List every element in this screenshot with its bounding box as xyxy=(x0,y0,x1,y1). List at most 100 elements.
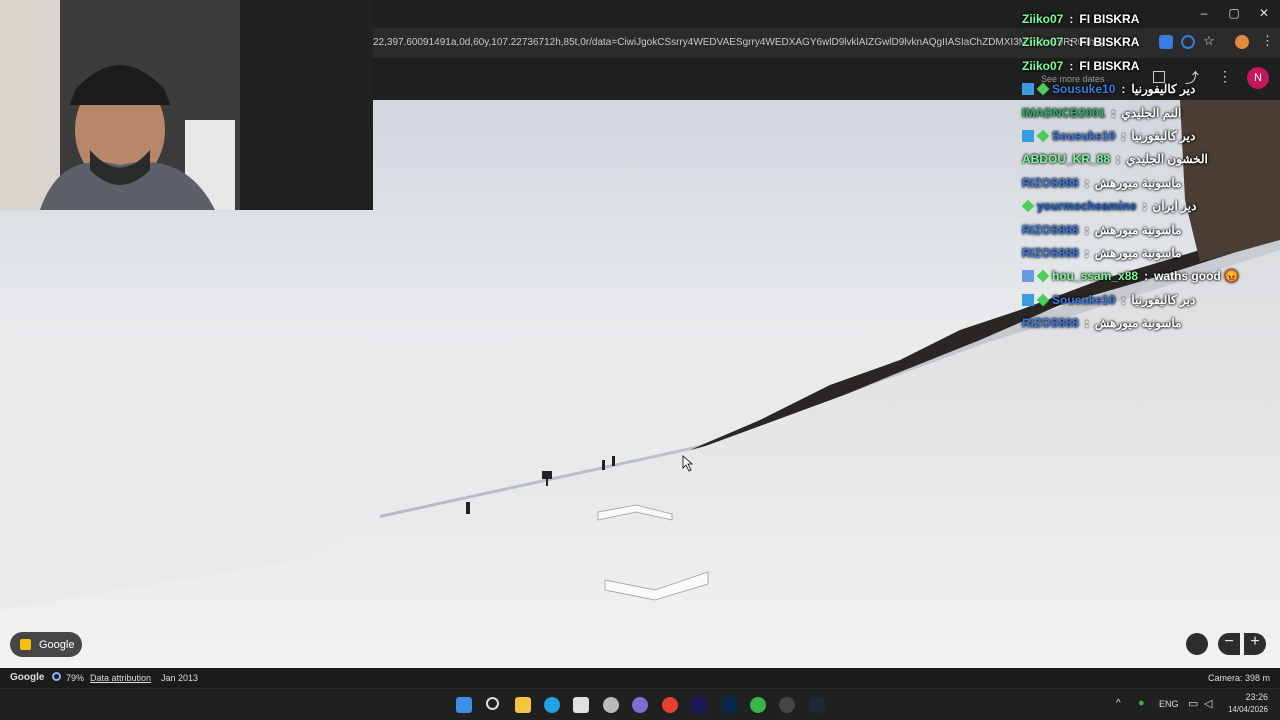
chat-text: الخشون الجليدي xyxy=(1126,152,1208,167)
loading-percent: 79% xyxy=(66,673,85,683)
lens-icon[interactable] xyxy=(1181,35,1195,49)
chat-text: ماسونية ميورهش xyxy=(1094,316,1182,331)
file-explorer-icon[interactable] xyxy=(515,697,531,713)
edge-icon[interactable] xyxy=(544,697,560,713)
google-chip-label: Google xyxy=(39,638,75,651)
start-icon[interactable] xyxy=(456,697,472,713)
more-options-icon[interactable]: ⋮ xyxy=(1218,68,1232,85)
minimize-icon[interactable]: – xyxy=(1195,6,1213,20)
browser-menu-icon[interactable]: ⋮ xyxy=(1261,33,1274,49)
maximize-icon[interactable]: ▢ xyxy=(1225,6,1243,20)
cube-badge-icon xyxy=(1022,83,1034,96)
chat-message: Sousuke10: دير كاليفورنيا xyxy=(1022,82,1195,96)
chat-username[interactable]: RIZOS888 xyxy=(1022,316,1079,330)
chat-separator: : xyxy=(1069,12,1074,26)
diamond-badge-icon xyxy=(1021,199,1035,213)
search-icon[interactable] xyxy=(486,697,499,710)
photoshop-icon[interactable] xyxy=(721,697,737,713)
chat-separator: : xyxy=(1084,316,1089,331)
data-attribution-link[interactable]: Data attribution xyxy=(90,673,151,683)
chat-text: دير كاليفورنيا xyxy=(1131,292,1196,307)
premiere-icon[interactable] xyxy=(691,697,707,713)
chat-text: ماسونية ميورهش xyxy=(1094,246,1182,260)
compass-icon[interactable] xyxy=(1186,633,1208,655)
chat-username[interactable]: Sousuke10 xyxy=(1052,82,1115,96)
clock-date[interactable]: 14/04/2026 xyxy=(1222,705,1268,714)
google-logo-icon xyxy=(20,639,31,650)
chat-username[interactable]: RIZOS888 xyxy=(1022,246,1079,260)
chat-username[interactable]: yourmocheamine xyxy=(1037,199,1136,213)
mic-icon[interactable]: ● xyxy=(1138,697,1145,709)
chat-text: النم الجليدي xyxy=(1121,105,1182,120)
cube-badge-icon xyxy=(1022,293,1034,306)
chat-message: RIZOS888: ماسونية ميورهش xyxy=(1022,316,1181,330)
chat-text: دير كاليفورنيا xyxy=(1131,129,1196,143)
chat-username[interactable]: RIZOS888 xyxy=(1022,223,1079,237)
translate-icon[interactable] xyxy=(1159,35,1173,49)
sub-badge-icon xyxy=(1022,270,1034,283)
chat-separator: : xyxy=(1116,152,1121,167)
chat-text: دير ايران xyxy=(1152,199,1197,214)
diamond-badge-icon xyxy=(1036,270,1050,283)
chat-message: hou_ssam_x88: waths good 😡 xyxy=(1022,269,1239,283)
chat-message: Ziiko07: FI BISKRA xyxy=(1022,59,1139,73)
zoom-out-button[interactable]: − xyxy=(1218,633,1240,655)
chat-separator: : xyxy=(1084,222,1089,237)
store-icon[interactable] xyxy=(573,697,589,713)
chat-text: ماسونية ميورهش xyxy=(1094,175,1182,190)
chat-message: RIZOS888: ماسونية ميورهش xyxy=(1022,246,1181,260)
chat-message: Ziiko07: FI BISKRA xyxy=(1022,12,1139,26)
network-icon[interactable]: ▭ xyxy=(1188,697,1198,710)
diamond-badge-icon xyxy=(1036,293,1050,307)
chat-username[interactable]: Sousuke10 xyxy=(1052,129,1115,143)
chat-username[interactable]: Ziiko07 xyxy=(1022,35,1063,49)
chat-separator: : xyxy=(1121,129,1126,143)
chat-message: ABDOU_KR_88: الخشون الجليدي xyxy=(1022,152,1208,166)
chat-username[interactable]: RIZOS888 xyxy=(1022,176,1079,190)
avatar[interactable]: N xyxy=(1247,67,1269,89)
diamond-badge-icon xyxy=(1036,82,1050,96)
chat-separator: : xyxy=(1144,269,1149,284)
chrome-icon[interactable] xyxy=(662,697,678,713)
chat-message: Sousuke10: دير كاليفورنيا xyxy=(1022,293,1195,307)
chat-username[interactable]: Ziiko07 xyxy=(1022,59,1063,73)
chat-app-icon[interactable] xyxy=(632,697,648,713)
google-logo: Google xyxy=(10,672,45,683)
chat-message: IMADNCB2001: النم الجليدي xyxy=(1022,106,1181,120)
chat-username[interactable]: Sousuke10 xyxy=(1052,293,1115,307)
chat-message: RIZOS888: ماسونية ميورهش xyxy=(1022,176,1181,190)
cube-badge-icon xyxy=(1022,130,1034,142)
chat-message: yourmocheamine: دير ايران xyxy=(1021,199,1197,214)
chat-separator: : xyxy=(1121,292,1126,307)
chat-text: FI BISKRA xyxy=(1079,12,1140,26)
chat-message: RIZOS888: ماسونية ميورهش xyxy=(1022,223,1181,237)
chat-message: Sousuke10: دير كاليفورنيا xyxy=(1022,129,1195,143)
google-chip[interactable]: Google xyxy=(10,632,82,657)
bookmark-star-icon[interactable]: ☆ xyxy=(1203,33,1215,49)
chat-username[interactable]: IMADNCB2001 xyxy=(1022,106,1105,120)
address-bar[interactable]: 22,397.60091491a,0d,60y,107.22736712h,85… xyxy=(373,28,1280,58)
clock-time[interactable]: 23:26 xyxy=(1226,692,1268,702)
capture-date[interactable]: Jan 2013 xyxy=(161,673,198,683)
settings-icon[interactable] xyxy=(603,697,619,713)
language-indicator[interactable]: ENG xyxy=(1159,699,1179,709)
chat-username[interactable]: ABDOU_KR_88 xyxy=(1022,152,1110,166)
chat-message: Ziiko07: FI BISKRA xyxy=(1022,35,1139,49)
taskbar: ^ ● ENG ▭ ◁ 23:26 14/04/2026 xyxy=(0,688,1280,720)
volume-icon[interactable]: ◁ xyxy=(1204,697,1212,710)
close-icon[interactable]: ✕ xyxy=(1255,6,1273,20)
tray-chevron-icon[interactable]: ^ xyxy=(1116,698,1121,709)
steam-icon[interactable] xyxy=(809,697,825,713)
utorrent-icon[interactable] xyxy=(750,697,766,713)
chat-separator: : xyxy=(1111,105,1116,120)
chat-separator: : xyxy=(1084,246,1089,260)
chat-text: FI BISKRA xyxy=(1079,58,1140,73)
chat-text: waths good 😡 xyxy=(1154,269,1239,284)
chat-username[interactable]: Ziiko07 xyxy=(1022,12,1063,26)
extension-icon[interactable] xyxy=(1235,35,1249,49)
chat-username[interactable]: hou_ssam_x88 xyxy=(1052,269,1138,283)
webcam-overlay xyxy=(0,0,373,210)
zoom-in-button[interactable]: + xyxy=(1244,633,1266,655)
chat-text: FI BISKRA xyxy=(1079,35,1140,50)
obs-icon[interactable] xyxy=(779,697,795,713)
